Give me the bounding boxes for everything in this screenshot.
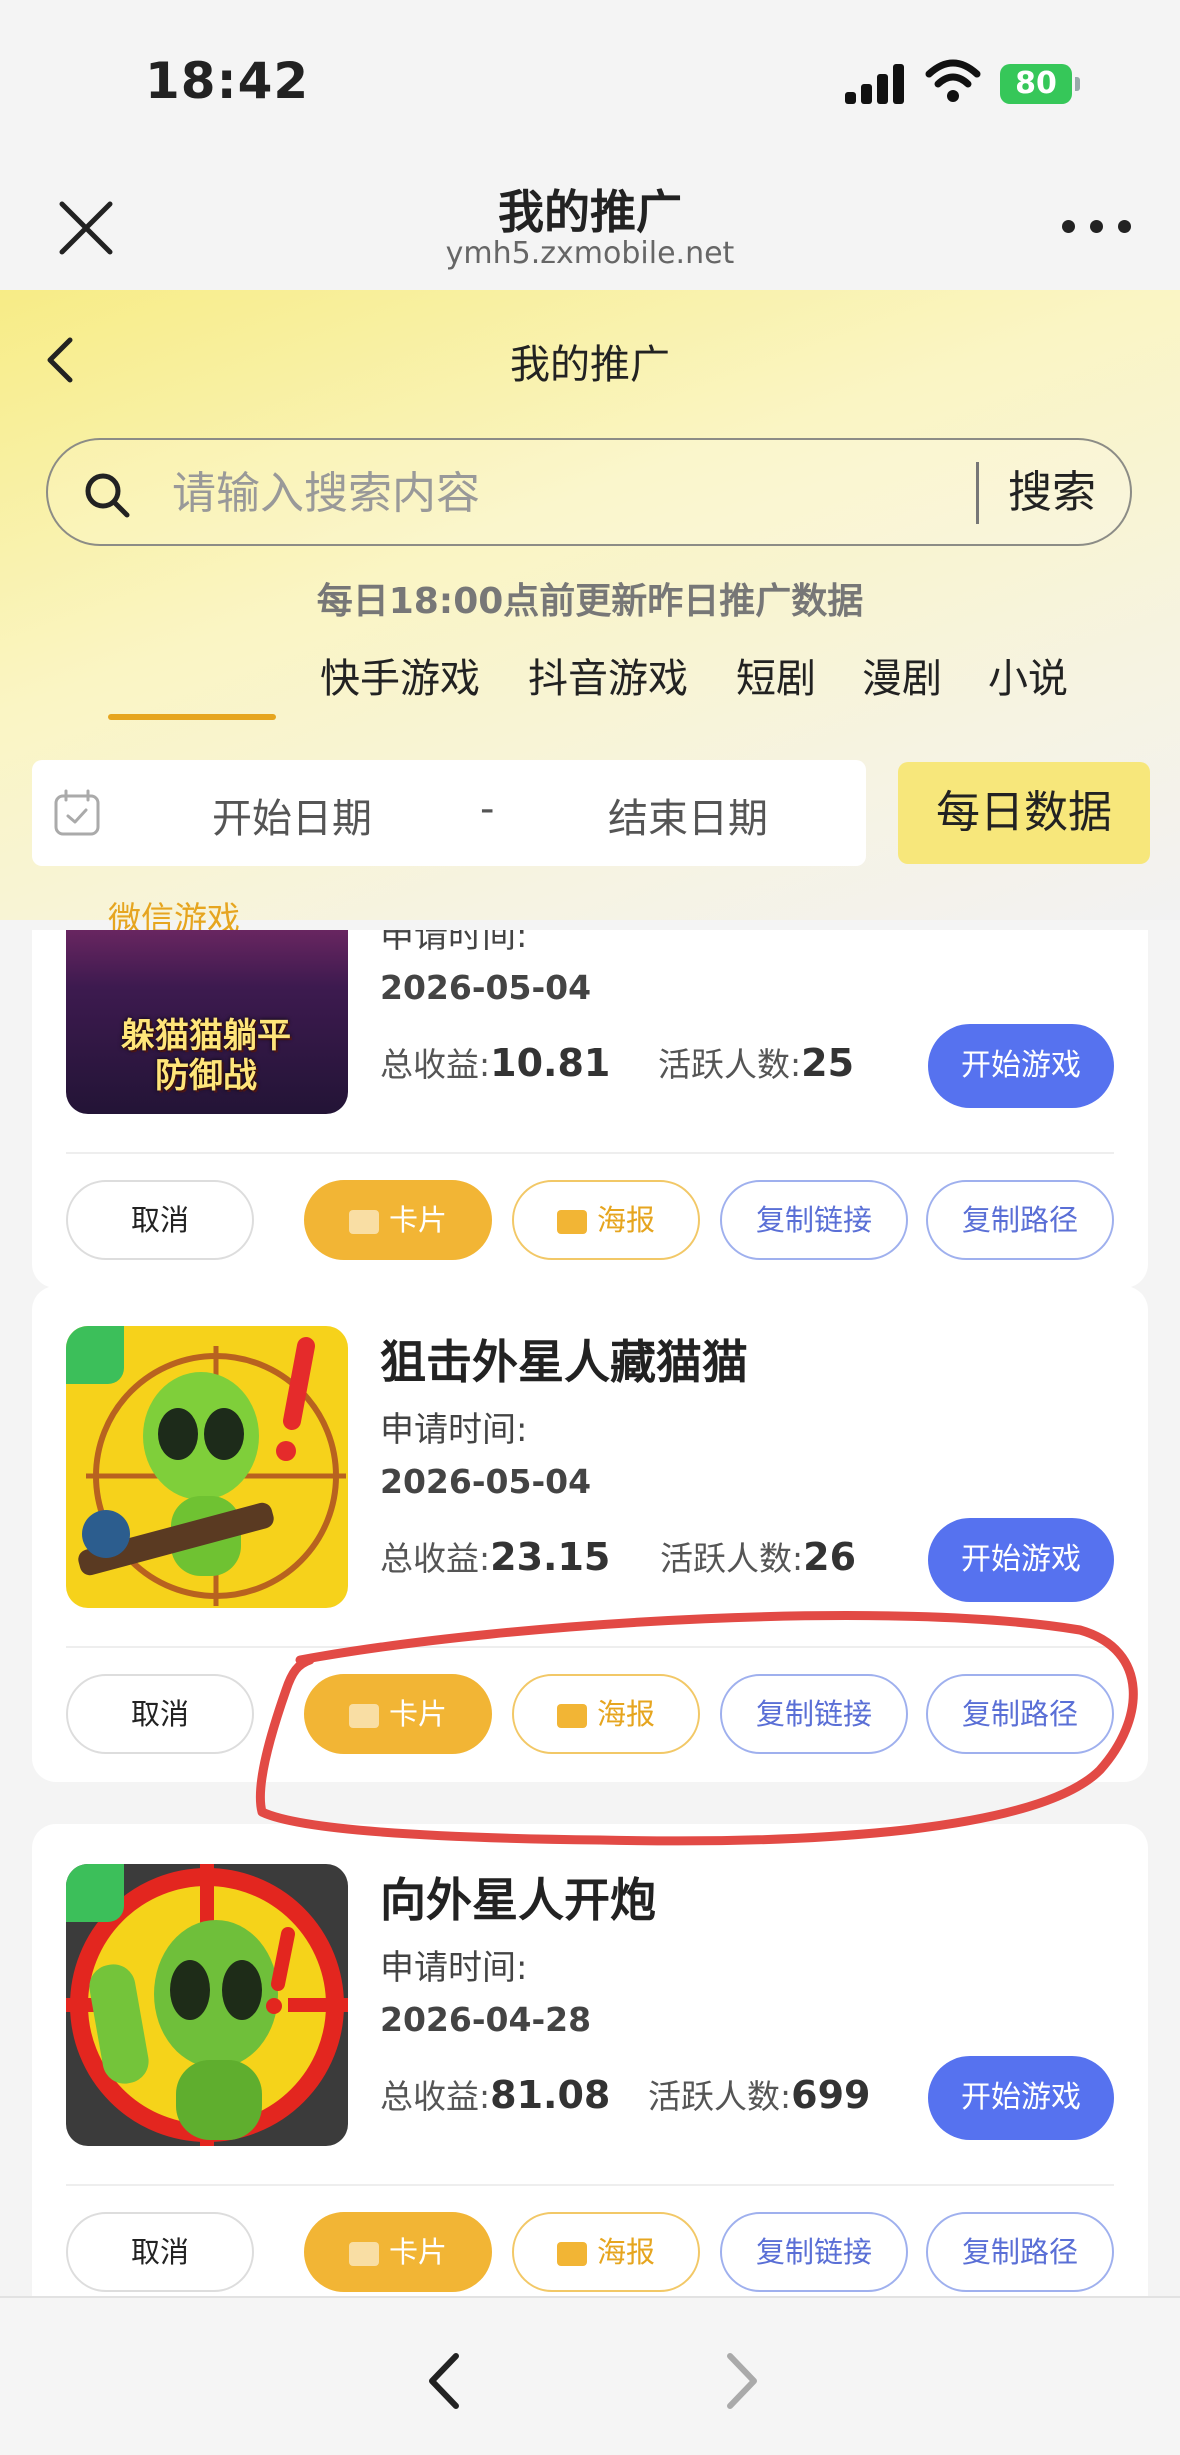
- search-icon: [85, 473, 130, 518]
- total-earnings: 总收益:81.08: [380, 2073, 611, 2117]
- tab-novel[interactable]: 小说: [988, 646, 1068, 704]
- thumb-text: 躲猫猫躺平防御战: [121, 1016, 291, 1096]
- image-icon: [556, 2242, 587, 2266]
- active-tab-indicator: [108, 714, 276, 720]
- nav-title: 我的推广: [498, 185, 682, 239]
- card-icon: [348, 2242, 379, 2266]
- apply-time-label: 申请时间:: [380, 930, 528, 956]
- poster-button[interactable]: 海报: [512, 1674, 700, 1754]
- poster-button[interactable]: 海报: [512, 2212, 700, 2292]
- poster-button[interactable]: 海报: [512, 1180, 700, 1260]
- date-range-picker[interactable]: 开始日期 - 结束日期: [32, 760, 866, 866]
- wifi-icon: [925, 59, 981, 102]
- total-earnings: 总收益:23.15: [380, 1535, 611, 1579]
- forward-icon[interactable]: [718, 2346, 768, 2416]
- game-list: 躲猫猫躺平防御战 申请时间: 2026-05-04 总收益:10.81 活跃人数…: [0, 930, 1180, 2296]
- status-bar: 18:42 80: [0, 0, 1180, 170]
- game-card: 狙击外星人藏猫猫 申请时间: 2026-05-04 总收益:23.15 活跃人数…: [32, 1286, 1148, 1782]
- copy-link-button[interactable]: 复制链接: [720, 1180, 908, 1260]
- apply-time-label: 申请时间:: [380, 1410, 528, 1450]
- apply-date: 2026-04-28: [380, 2000, 592, 2039]
- copy-path-button[interactable]: 复制路径: [926, 1180, 1114, 1260]
- update-notice: 每日18:00点前更新昨日推广数据: [316, 581, 864, 622]
- game-title: 狙击外星人藏猫猫: [380, 1335, 748, 1389]
- back-icon[interactable]: [418, 2346, 468, 2416]
- card-button[interactable]: 卡片: [304, 2212, 492, 2292]
- active-users: 活跃人数:25: [658, 1041, 855, 1085]
- search-button[interactable]: 搜索: [1008, 462, 1096, 524]
- game-card: 向外星人开炮 申请时间: 2026-04-28 总收益:81.08 活跃人数:6…: [32, 1824, 1148, 2296]
- battery-icon: 80: [1000, 64, 1080, 104]
- mini-program-icon: [66, 1864, 124, 1922]
- total-earnings: 总收益:10.81: [380, 1041, 611, 1085]
- start-game-button[interactable]: 开始游戏: [928, 2056, 1114, 2140]
- game-thumbnail: 躲猫猫躺平防御战: [66, 930, 348, 1114]
- mini-program-icon: [66, 1326, 124, 1384]
- more-icon[interactable]: [1062, 220, 1132, 240]
- active-users: 活跃人数:699: [648, 2073, 871, 2117]
- card-icon: [348, 1210, 379, 1234]
- browser-bottom-bar: [0, 2296, 1180, 2455]
- daily-data-button[interactable]: 每日数据: [898, 762, 1150, 864]
- apply-date: 2026-05-04: [380, 1462, 592, 1501]
- copy-path-button[interactable]: 复制路径: [926, 2212, 1114, 2292]
- game-thumbnail: [66, 1864, 348, 2146]
- copy-link-button[interactable]: 复制链接: [720, 1674, 908, 1754]
- start-date-field[interactable]: 开始日期: [212, 786, 372, 844]
- game-title: 向外星人开炮: [380, 1873, 656, 1927]
- page-title: 我的推广: [510, 342, 670, 388]
- divider: [66, 1646, 1114, 1648]
- card-button[interactable]: 卡片: [304, 1180, 492, 1260]
- search-input[interactable]: [170, 460, 974, 526]
- start-game-button[interactable]: 开始游戏: [928, 1518, 1114, 1602]
- image-icon: [556, 1210, 587, 1234]
- start-game-button[interactable]: 开始游戏: [928, 1024, 1114, 1108]
- game-card: 躲猫猫躺平防御战 申请时间: 2026-05-04 总收益:10.81 活跃人数…: [32, 930, 1148, 1288]
- copy-link-button[interactable]: 复制链接: [720, 2212, 908, 2292]
- calendar-icon: [54, 789, 100, 836]
- date-separator: -: [480, 786, 495, 832]
- search-bar: 搜索: [46, 438, 1132, 546]
- divider: [66, 2184, 1114, 2186]
- end-date-field[interactable]: 结束日期: [608, 786, 768, 844]
- active-users: 活跃人数:26: [660, 1535, 857, 1579]
- game-thumbnail: [66, 1326, 348, 1608]
- nav-domain: ymh5.zxmobile.net: [445, 236, 735, 271]
- status-time: 18:42: [145, 52, 310, 110]
- divider: [66, 1152, 1114, 1154]
- card-icon: [348, 1704, 379, 1728]
- apply-time-label: 申请时间:: [380, 1948, 528, 1988]
- apply-date: 2026-05-04: [380, 968, 592, 1007]
- cancel-button[interactable]: 取消: [66, 1674, 254, 1754]
- tab-douyin-games[interactable]: 抖音游戏: [528, 646, 688, 704]
- tab-kuaishou-games[interactable]: 快手游戏: [320, 646, 480, 704]
- signal-icon: [845, 64, 907, 104]
- tab-comic-drama[interactable]: 漫剧: [862, 646, 942, 704]
- search-divider: [976, 462, 979, 524]
- card-button[interactable]: 卡片: [304, 1674, 492, 1754]
- cancel-button[interactable]: 取消: [66, 2212, 254, 2292]
- cancel-button[interactable]: 取消: [66, 1180, 254, 1260]
- image-icon: [556, 1704, 587, 1728]
- browser-nav-bar: 我的推广 ymh5.zxmobile.net: [0, 170, 1180, 290]
- page-header: 我的推广 搜索 每日18:00点前更新昨日推广数据 微信游戏 快手游戏 抖音游戏…: [0, 290, 1180, 938]
- copy-path-button[interactable]: 复制路径: [926, 1674, 1114, 1754]
- tab-short-drama[interactable]: 短剧: [736, 646, 816, 704]
